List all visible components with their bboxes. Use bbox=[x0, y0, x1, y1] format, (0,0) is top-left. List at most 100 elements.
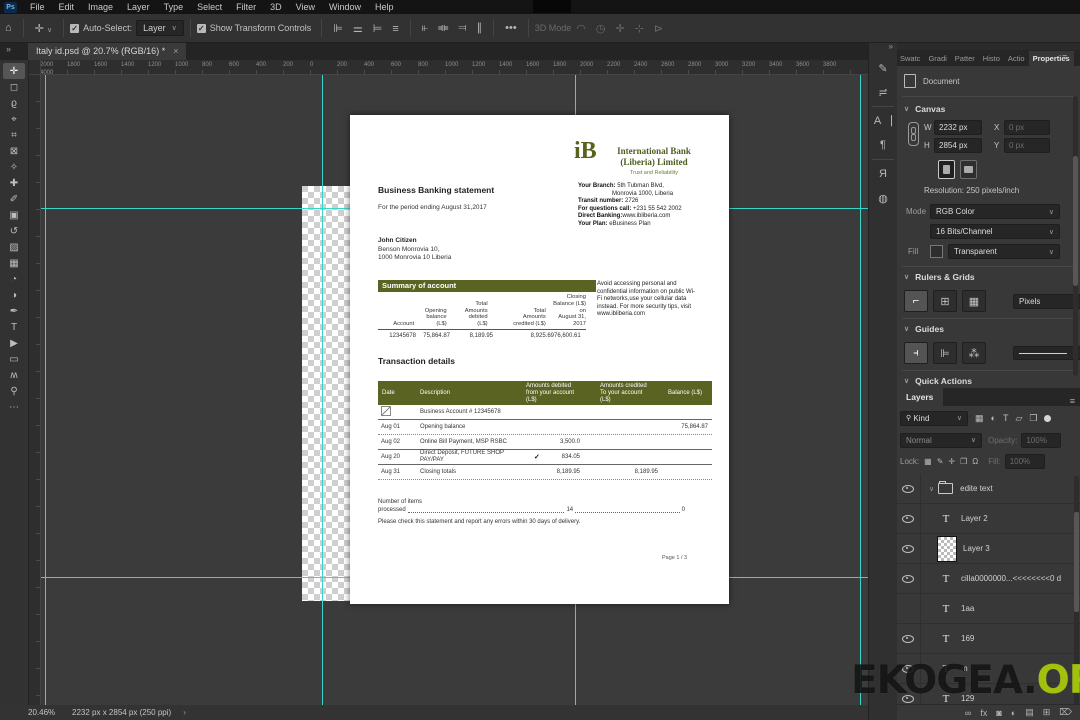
ruler-units-dropdown[interactable]: Pixels∨ bbox=[1013, 293, 1080, 309]
menu-item[interactable]: Filter bbox=[229, 2, 263, 12]
horizontal-ruler[interactable]: 2000 1800 1600 1400 1200 1000 800 600 400 200 0 200… bbox=[40, 60, 868, 75]
layer-row[interactable]: ∨ T 1aa bbox=[896, 594, 1080, 624]
menu-item[interactable]: Image bbox=[81, 2, 120, 12]
tool-button[interactable]: ʍ bbox=[3, 367, 25, 383]
layer-filter-icon[interactable]: ▱ bbox=[1015, 413, 1022, 424]
canvas-x-field[interactable]: 0 px bbox=[1004, 120, 1050, 135]
guide-toggle[interactable]: ⫞ bbox=[904, 342, 928, 364]
panel-tab[interactable]: Patter bbox=[951, 51, 979, 66]
guides-section-header[interactable]: ∨ Guides bbox=[904, 324, 944, 334]
panel-icon[interactable]: ≓ bbox=[872, 81, 894, 103]
guide-toggle[interactable]: ⊫ bbox=[933, 342, 957, 364]
guide-vertical[interactable] bbox=[45, 74, 46, 705]
close-tab-icon[interactable]: × bbox=[173, 46, 178, 56]
blend-mode-dropdown[interactable]: Normal ∨ bbox=[900, 432, 982, 448]
ruler-grid-toggle[interactable]: ⊞ bbox=[933, 290, 957, 312]
panel-icon[interactable]: ¶ bbox=[872, 134, 894, 156]
menu-item[interactable]: Type bbox=[157, 2, 191, 12]
layers-bottom-icon[interactable]: ⌦ bbox=[1059, 707, 1072, 718]
tool-button[interactable]: T bbox=[3, 319, 25, 335]
distribute-icon[interactable]: ∥ bbox=[472, 22, 488, 34]
tab-overflow-icon[interactable]: » bbox=[6, 44, 11, 54]
visibility-toggle[interactable] bbox=[896, 564, 921, 593]
tool-button[interactable]: ▦ bbox=[3, 255, 25, 271]
guide-style-dropdown[interactable]: ∨ bbox=[1013, 346, 1080, 360]
layers-bottom-icon[interactable]: ⊞ bbox=[1043, 707, 1051, 718]
tool-button[interactable]: ✧ bbox=[3, 159, 25, 175]
fill-dropdown[interactable]: Transparent ∨ bbox=[948, 244, 1060, 259]
tool-button[interactable]: ▨ bbox=[3, 239, 25, 255]
auto-select-checkbox[interactable]: ✓ bbox=[70, 23, 80, 33]
tool-button[interactable]: ✚ bbox=[3, 175, 25, 191]
visibility-toggle[interactable] bbox=[896, 474, 921, 503]
auto-select-target-dropdown[interactable]: Layer ∨ bbox=[136, 20, 184, 36]
layers-bottom-icon[interactable]: ◐ bbox=[1011, 708, 1016, 718]
layers-bottom-icon[interactable]: fx bbox=[980, 708, 987, 718]
panel-tab[interactable]: Swatc bbox=[896, 51, 924, 66]
lock-icon[interactable]: ❐ bbox=[960, 457, 967, 466]
layer-filter-icon[interactable]: ❒ bbox=[1029, 413, 1037, 424]
ruler-grid-toggle[interactable]: ⌐ bbox=[904, 290, 928, 312]
layer-row[interactable]: ∨ T Layer 3 bbox=[896, 534, 1080, 564]
tool-button[interactable]: ✛ bbox=[3, 63, 25, 79]
lock-icon[interactable]: Ω bbox=[972, 457, 978, 466]
vertical-ruler[interactable] bbox=[28, 74, 41, 705]
home-icon[interactable]: ⌂ bbox=[0, 22, 17, 34]
layer-row[interactable]: ∨ T 169 bbox=[896, 624, 1080, 654]
move-tool-icon[interactable]: ✛ ∨ bbox=[30, 22, 57, 35]
layer-filter-kind-dropdown[interactable]: ⚲ Kind ∨ bbox=[900, 410, 968, 426]
canvas-viewport[interactable]: iB International Bank (Liberia) Limited … bbox=[40, 74, 868, 705]
lock-icon[interactable]: ✎ bbox=[937, 457, 944, 466]
tool-button[interactable]: ↺ bbox=[3, 223, 25, 239]
more-options-icon[interactable]: ••• bbox=[500, 22, 522, 34]
tool-button[interactable]: ⌖ bbox=[3, 111, 25, 127]
menu-item[interactable]: File bbox=[23, 2, 52, 12]
layer-filter-icon[interactable]: ▦ bbox=[975, 413, 984, 424]
menu-item[interactable]: Edit bbox=[52, 2, 82, 12]
menu-item[interactable]: Window bbox=[322, 2, 368, 12]
canvas-width-field[interactable]: 2232 px bbox=[934, 120, 982, 135]
panel-tab[interactable]: Histo bbox=[979, 51, 1004, 66]
menu-item[interactable]: 3D bbox=[263, 2, 289, 12]
lock-icon[interactable]: ✛ bbox=[948, 457, 955, 466]
tab-layers[interactable]: Layers bbox=[896, 388, 944, 406]
ruler-corner[interactable] bbox=[28, 60, 41, 75]
tool-button[interactable]: ✒ bbox=[3, 303, 25, 319]
guide-toggle[interactable]: ⁂ bbox=[962, 342, 986, 364]
tool-button[interactable]: ⋯ bbox=[3, 399, 25, 415]
link-dimensions-icon[interactable] bbox=[908, 122, 919, 146]
document-page[interactable]: iB International Bank (Liberia) Limited … bbox=[350, 115, 729, 604]
tool-button[interactable]: ϱ bbox=[3, 95, 25, 111]
panel-tab[interactable]: Actio bbox=[1004, 51, 1029, 66]
portrait-orientation-button[interactable] bbox=[938, 160, 955, 179]
layer-row[interactable]: ∨ T cilla0000000...<<<<<<<<0 d bbox=[896, 564, 1080, 594]
zoom-level-field[interactable]: 20.46% bbox=[28, 708, 68, 717]
tool-button[interactable]: ▶ bbox=[3, 335, 25, 351]
align-icon[interactable]: ⊫ bbox=[328, 23, 348, 35]
layers-menu-icon[interactable]: ≡ bbox=[1070, 396, 1080, 406]
layer-filter-icon[interactable]: ◐ bbox=[991, 413, 996, 424]
panel-icon[interactable]: ◍ bbox=[872, 187, 894, 209]
fill-field[interactable]: 100% bbox=[1004, 453, 1045, 469]
layers-bottom-icon[interactable]: ◙ bbox=[996, 708, 1001, 718]
panel-icon[interactable]: A⎹ bbox=[872, 110, 894, 132]
color-mode-dropdown[interactable]: RGB Color ∨ bbox=[930, 204, 1060, 219]
panel-icon[interactable]: ✎ bbox=[872, 57, 894, 79]
menu-item[interactable]: Help bbox=[368, 2, 401, 12]
opacity-field[interactable]: 100% bbox=[1021, 432, 1062, 448]
layer-row[interactable]: ∨ T edite text bbox=[896, 474, 1080, 504]
lock-icon[interactable]: ▦ bbox=[924, 457, 932, 466]
tool-button[interactable]: ⌗ bbox=[3, 127, 25, 143]
ruler-grid-toggle[interactable]: ▦ bbox=[962, 290, 986, 312]
bit-depth-dropdown[interactable]: 16 Bits/Channel ∨ bbox=[930, 224, 1060, 239]
align-icon[interactable]: ≡ bbox=[387, 23, 403, 35]
tool-button[interactable]: ⊠ bbox=[3, 143, 25, 159]
tool-button[interactable]: ◔ bbox=[3, 271, 25, 287]
rulers-grids-section-header[interactable]: ∨ Rulers & Grids bbox=[904, 272, 975, 282]
tool-button[interactable]: ▣ bbox=[3, 207, 25, 223]
menu-item[interactable]: Layer bbox=[120, 2, 157, 12]
visibility-toggle[interactable] bbox=[896, 624, 921, 653]
layer-filter-icon[interactable]: T bbox=[1003, 413, 1009, 424]
landscape-orientation-button[interactable] bbox=[960, 160, 977, 179]
tool-button[interactable]: ◻ bbox=[3, 79, 25, 95]
